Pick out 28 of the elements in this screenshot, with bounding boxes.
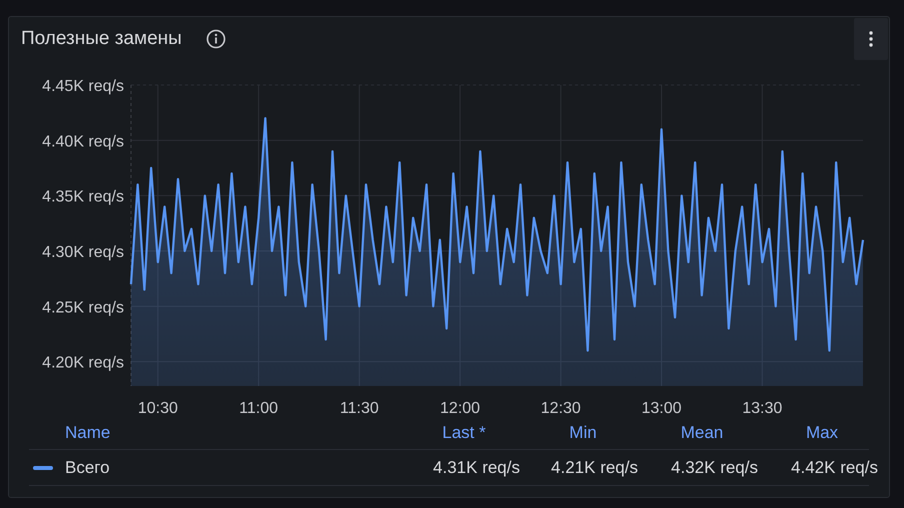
column-header[interactable]: Min: [569, 422, 597, 442]
stat-value: 4.31K req/s: [433, 458, 520, 477]
x-axis-label: 12:00: [440, 400, 480, 416]
stat-value: 4.42K req/s: [791, 458, 878, 477]
y-axis-label: 4.40K req/s: [42, 133, 124, 150]
stat-value: 4.21K req/s: [551, 458, 638, 477]
panel-title: Полезные замены: [21, 26, 182, 51]
x-axis-label: 13:30: [742, 400, 782, 416]
column-header[interactable]: Max: [806, 422, 838, 442]
x-axis-label: 13:00: [642, 400, 682, 416]
more-vertical-icon: [869, 31, 873, 47]
y-axis-label: 4.45K req/s: [42, 78, 124, 95]
x-axis-label: 10:30: [138, 400, 178, 416]
x-axis-label: 11:00: [239, 400, 278, 416]
x-axis-label: 12:30: [540, 400, 581, 416]
series-color-swatch[interactable]: [33, 466, 53, 470]
x-axis-label: 11:30: [340, 400, 379, 416]
y-axis-label: 4.30K req/s: [42, 244, 124, 261]
menu-button[interactable]: [854, 18, 888, 60]
y-axis-label: 4.20K req/s: [42, 354, 124, 372]
info-icon[interactable]: [206, 29, 226, 49]
series-name[interactable]: Всего: [65, 454, 110, 480]
column-header[interactable]: Name: [65, 422, 110, 442]
y-axis-label: 4.25K req/s: [42, 299, 124, 316]
stat-value: 4.32K req/s: [671, 458, 758, 477]
y-axis-label: 4.35K req/s: [42, 188, 124, 206]
column-header[interactable]: Last *: [442, 422, 486, 442]
column-header[interactable]: Mean: [680, 422, 724, 442]
